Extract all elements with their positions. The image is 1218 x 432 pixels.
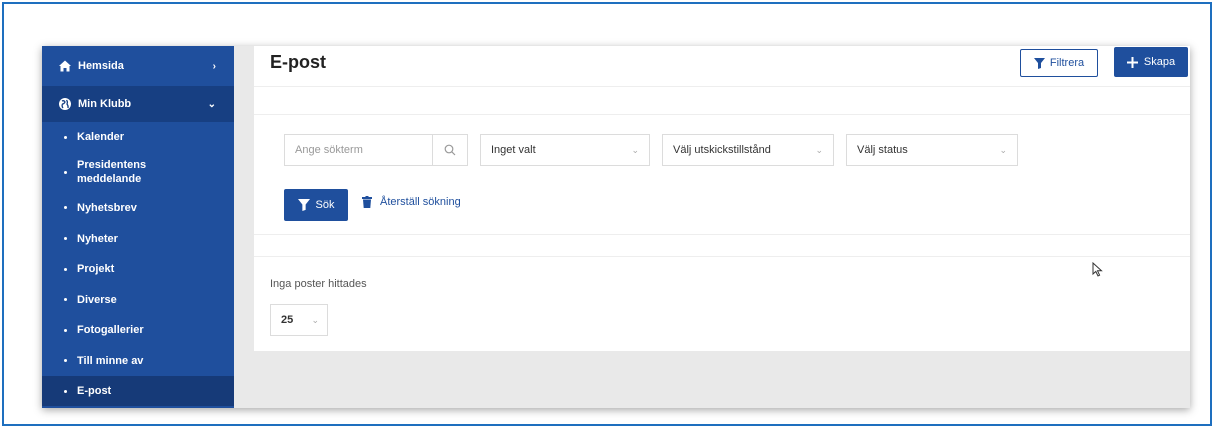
sidebar-subitem-label: Nyheter [77,232,118,245]
sidebar-subitem-diverse[interactable]: Diverse [42,284,234,315]
sidebar: Hemsida › Min Klubb ⌄ Kalender President… [42,46,234,408]
chevron-down-icon: ⌄ [815,144,823,155]
sidebar-subitem-label: Projekt [77,263,115,275]
sidebar-subitem-label: Kalender [77,131,125,143]
sidebar-subitem-projekt[interactable]: Projekt [42,254,234,284]
home-icon [58,59,72,73]
sidebar-item-home[interactable]: Hemsida › [42,46,234,86]
sidebar-item-min-klubb[interactable]: Min Klubb ⌄ [42,86,234,122]
bullet-icon [64,170,67,174]
chevron-right-icon: › [212,60,216,72]
search-button-label: Sök [315,199,335,211]
chevron-down-icon: ⌄ [999,144,1007,155]
main-content: E-post Filtrera Skapa Inget valt ⌄ [254,46,1190,351]
sidebar-subitem-kalender[interactable]: Kalender [42,122,234,152]
sidebar-item-label: Min Klubb [78,98,132,110]
chevron-down-icon: ⌄ [631,144,639,155]
sidebar-subitem-nyheter[interactable]: Nyheter [42,223,234,254]
sidebar-subitem-label: Presidentens meddelande [77,159,147,185]
dispatch-state-select-value: Välj utskickstillstånd [673,144,771,156]
chevron-down-icon: ⌄ [311,314,319,325]
bullet-icon [64,267,67,271]
create-button-label: Skapa [1143,56,1176,68]
dispatch-state-select[interactable]: Välj utskickstillstånd ⌄ [662,134,834,166]
sidebar-subitem-label: Nyhetsbrev [77,201,137,214]
sidebar-subitem-label: Diverse [77,293,117,306]
app-window: Hemsida › Min Klubb ⌄ Kalender President… [42,46,1190,408]
sidebar-subitem-label: Fotogallerier [77,324,144,336]
filter-panel-top-border [254,114,1190,115]
reset-search-link[interactable]: Återställ sökning [362,196,461,208]
page-title: E-post [270,52,326,72]
plus-icon [1126,56,1138,68]
category-select[interactable]: Inget valt ⌄ [480,134,650,166]
search-box [284,134,468,166]
sidebar-subitem-fotogallerier[interactable]: Fotogallerier [42,315,234,345]
filter-button-label: Filtrera [1049,57,1085,69]
filter-icon [1033,57,1045,69]
sidebar-subitem-till-minne-av[interactable]: Till minne av [42,345,234,376]
sidebar-subitem-label: Till minne av [77,354,144,367]
bullet-icon [64,206,67,209]
status-select[interactable]: Välj status ⌄ [846,134,1018,166]
trash-icon [362,196,372,208]
chevron-down-icon: ⌄ [207,98,216,110]
status-select-value: Välj status [857,144,908,156]
bullet-icon [64,389,67,393]
filter-panel-bottom-border [254,234,1190,235]
sidebar-item-label: Hemsida [78,60,124,72]
bullet-icon [64,298,67,301]
globe-icon [58,97,72,111]
category-select-value: Inget valt [491,144,536,156]
create-button[interactable]: Skapa [1114,47,1188,77]
page-size-select[interactable]: 25 ⌄ [270,304,328,336]
bullet-icon [64,237,67,240]
header-divider [254,86,1190,87]
page-size-value: 25 [281,314,294,326]
bullet-icon [64,359,67,362]
reset-search-label: Återställ sökning [380,196,461,208]
search-icon[interactable] [432,135,467,165]
results-divider [254,256,1190,257]
no-results-text: Inga poster hittades [270,278,367,290]
search-button[interactable]: Sök [284,189,348,221]
sidebar-subitem-presidentens-meddelande[interactable]: Presidentens meddelande [42,152,234,192]
filter-icon [297,199,310,211]
bullet-icon [64,328,67,332]
sidebar-subitem-label: E-post [77,385,112,397]
sidebar-subitem-nyhetsbrev[interactable]: Nyhetsbrev [42,192,234,223]
filter-button[interactable]: Filtrera [1020,49,1098,77]
bullet-icon [64,135,67,139]
sidebar-subitem-e-post[interactable]: E-post [42,376,234,406]
mouse-cursor-icon [1092,261,1103,282]
search-input[interactable] [285,135,432,165]
